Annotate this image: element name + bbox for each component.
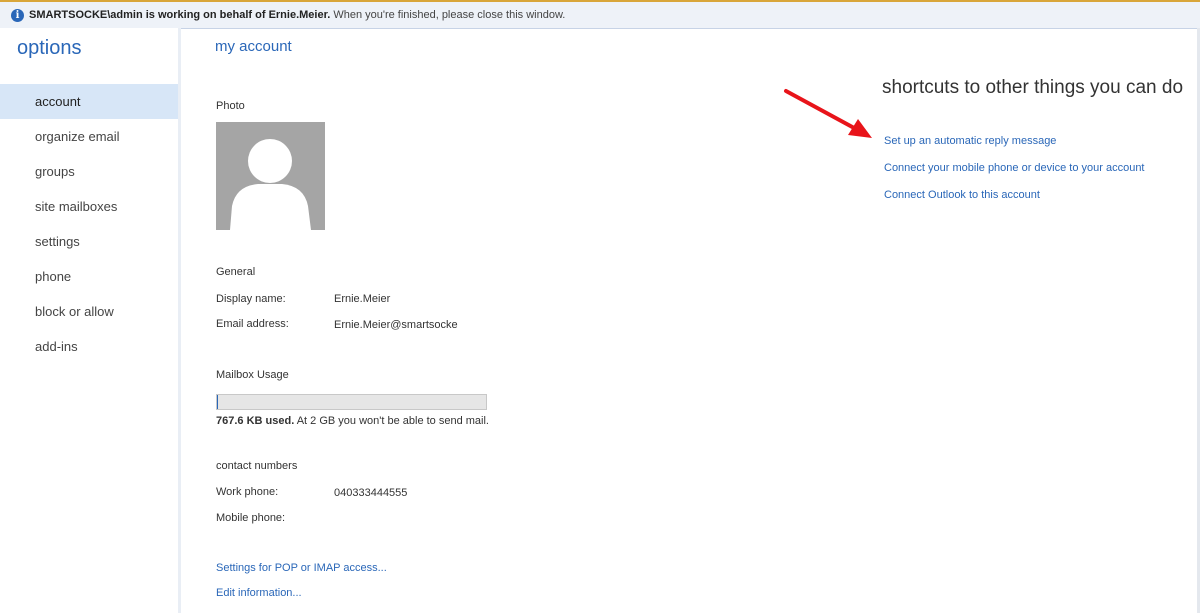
pop-imap-settings-link[interactable]: Settings for POP or IMAP access... bbox=[216, 562, 387, 574]
automatic-reply-link[interactable]: Set up an automatic reply message bbox=[884, 135, 1056, 147]
contact-numbers-heading: contact numbers bbox=[216, 460, 298, 472]
delegate-info-text: When you're finished, please close this … bbox=[333, 9, 566, 21]
options-sidebar: options account organize email groups si… bbox=[0, 28, 181, 613]
shortcuts-heading: shortcuts to other things you can do bbox=[882, 77, 1184, 98]
sidebar-item-add-ins[interactable]: add-ins bbox=[0, 329, 178, 364]
sidebar-item-block-or-allow[interactable]: block or allow bbox=[0, 294, 178, 329]
mobile-phone-label: Mobile phone: bbox=[216, 512, 286, 524]
sidebar-item-groups[interactable]: groups bbox=[0, 154, 178, 189]
mailbox-usage-bar bbox=[216, 394, 487, 410]
delegate-info-bold: SMARTSOCKE\admin is working on behalf of… bbox=[29, 9, 331, 21]
email-address-label: Email address: bbox=[216, 318, 289, 330]
display-name-value: Ernie.Meier bbox=[334, 293, 391, 305]
main-content: my account Photo General Display name: E… bbox=[181, 28, 1197, 613]
sidebar-nav: account organize email groups site mailb… bbox=[0, 84, 178, 364]
avatar-silhouette-icon bbox=[230, 139, 311, 230]
info-icon: i bbox=[11, 8, 24, 22]
mailbox-usage-text: 767.6 KB used. At 2 GB you won't be able… bbox=[216, 415, 489, 427]
user-photo-placeholder[interactable] bbox=[216, 122, 325, 230]
annotation-arrow-icon bbox=[784, 89, 872, 138]
connect-outlook-link[interactable]: Connect Outlook to this account bbox=[884, 189, 1040, 201]
connect-mobile-link[interactable]: Connect your mobile phone or device to y… bbox=[884, 162, 1145, 174]
work-phone-value: 040333444555 bbox=[334, 487, 408, 499]
mailbox-limit-text: At 2 GB you won't be able to send mail. bbox=[296, 415, 489, 427]
delegate-info-bar: i SMARTSOCKE\admin is working on behalf … bbox=[0, 2, 1200, 29]
edit-information-link[interactable]: Edit information... bbox=[216, 587, 302, 599]
sidebar-title: options bbox=[17, 37, 82, 59]
sidebar-item-account[interactable]: account bbox=[0, 84, 178, 119]
sidebar-item-site-mailboxes[interactable]: site mailboxes bbox=[0, 189, 178, 224]
page-title: my account bbox=[215, 38, 292, 55]
display-name-label: Display name: bbox=[216, 293, 286, 305]
mailbox-used-amount: 767.6 KB used. bbox=[216, 415, 295, 427]
sidebar-item-settings[interactable]: settings bbox=[0, 224, 178, 259]
sidebar-item-phone[interactable]: phone bbox=[0, 259, 178, 294]
mailbox-usage-heading: Mailbox Usage bbox=[216, 369, 289, 381]
general-heading: General bbox=[216, 266, 256, 278]
sidebar-item-organize-email[interactable]: organize email bbox=[0, 119, 178, 154]
photo-label: Photo bbox=[216, 100, 245, 112]
email-address-value: Ernie.Meier@smartsocke bbox=[334, 319, 458, 331]
work-phone-label: Work phone: bbox=[216, 486, 279, 498]
